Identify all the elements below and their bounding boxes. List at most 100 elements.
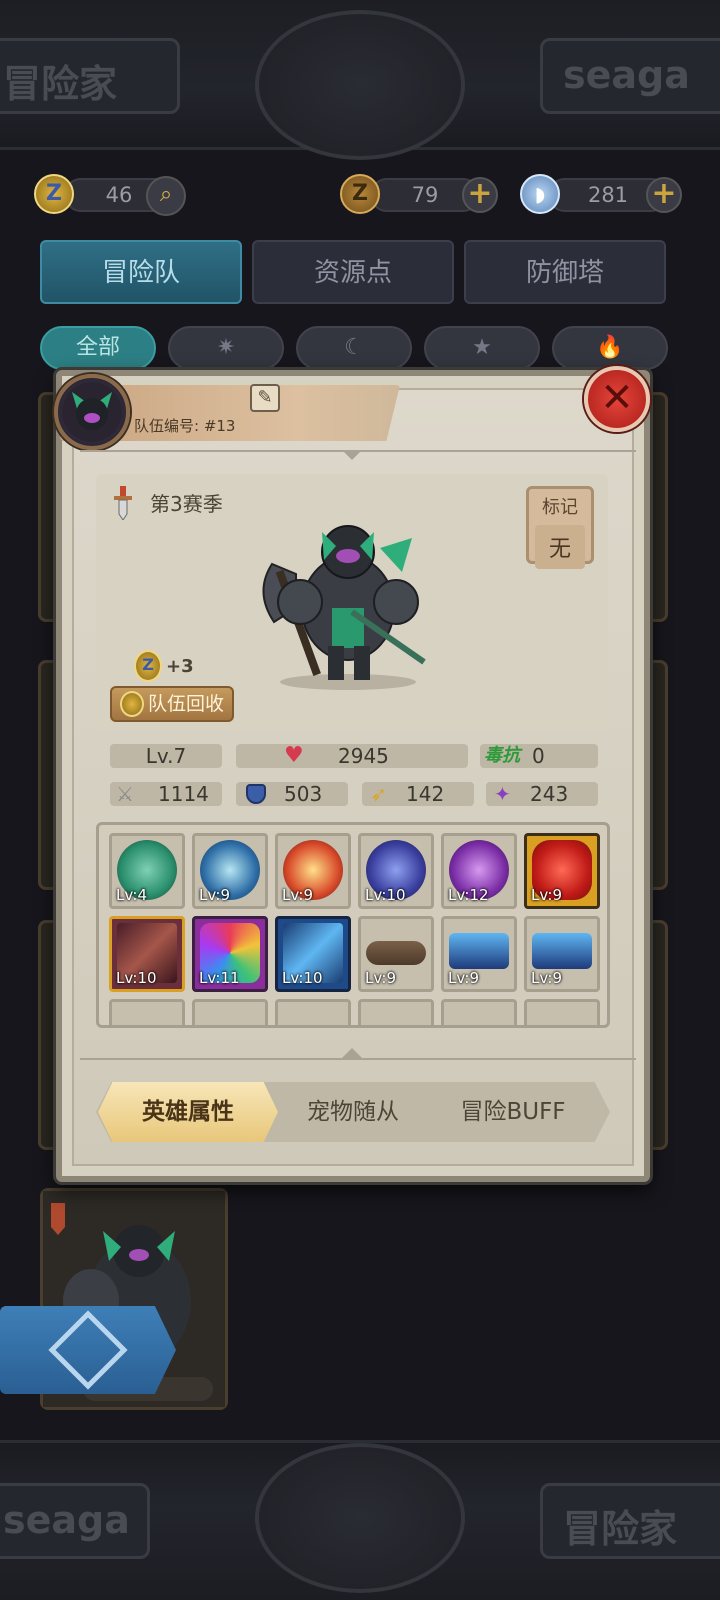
- top-decor-band: 冒险家 seaga: [0, 0, 720, 160]
- shield-icon: [246, 784, 266, 804]
- crystal-crown-item-icon: [449, 933, 509, 969]
- z-medal-icon: Z: [134, 650, 162, 682]
- item-level: Lv:10: [282, 969, 323, 987]
- skill-slot[interactable]: Lv:9: [275, 833, 351, 909]
- team-recycle-label: 队伍回收: [148, 693, 225, 715]
- item-slot[interactable]: [275, 999, 351, 1025]
- item-level: Lv:10: [116, 969, 157, 987]
- close-button[interactable]: ✕: [584, 366, 650, 432]
- item-slot[interactable]: [524, 999, 600, 1025]
- item-slot[interactable]: Lv:10: [275, 916, 351, 992]
- skill-level: Lv:4: [116, 886, 148, 904]
- defense-value: 503: [284, 782, 323, 806]
- mark-tag-value: 无: [535, 525, 585, 569]
- item-level: Lv:9: [448, 969, 480, 987]
- sword-icon: ⚔: [116, 782, 134, 806]
- filter-fire[interactable]: 🔥: [552, 326, 668, 370]
- tab-hero-attributes[interactable]: 英雄属性: [98, 1082, 278, 1142]
- footer-divider: [80, 1058, 636, 1060]
- mark-tag[interactable]: 标记 无: [526, 486, 594, 569]
- item-slot[interactable]: Lv:11: [192, 916, 268, 992]
- poison-resist-label: 毒抗: [484, 745, 520, 766]
- tab-pet-followers[interactable]: 宠物随从: [268, 1082, 438, 1142]
- bottom-left-plate: seaga: [0, 1483, 150, 1559]
- detail-tab-bar: 英雄属性 宠物随从 冒险BUFF: [96, 1082, 610, 1142]
- magic-value: 243: [530, 782, 569, 806]
- down-arrow-icon: [342, 450, 362, 460]
- skill-slot[interactable]: Lv:9: [192, 833, 268, 909]
- item-slot[interactable]: Lv:9: [524, 916, 600, 992]
- add-coin-button[interactable]: +: [462, 177, 498, 213]
- floating-menu-button[interactable]: [0, 1306, 176, 1394]
- magic-stat: ✦ 243: [486, 782, 598, 806]
- sword-rank-icon: [112, 486, 134, 521]
- top-left-plate: 冒险家: [0, 38, 180, 114]
- tab-defense-tower[interactable]: 防御塔: [464, 240, 666, 304]
- item-level: Lv:9: [365, 969, 397, 987]
- bottom-right-plate: 冒险家: [540, 1483, 720, 1559]
- bottom-medallion: [255, 1443, 465, 1593]
- speed-value: 142: [406, 782, 445, 806]
- attack-stat: ⚔ 1114: [110, 782, 222, 806]
- filter-sun[interactable]: ✷: [168, 326, 284, 370]
- tab-resource-point[interactable]: 资源点: [252, 240, 454, 304]
- poison-resist-stat: 毒抗 0: [480, 744, 598, 768]
- season-label: 第3赛季: [150, 492, 223, 516]
- magic-wand-icon: ✦: [494, 782, 511, 806]
- currency-bar: 46 Z ⌕ 79 Z + 281 ◗ +: [0, 174, 720, 216]
- item-slot[interactable]: [358, 999, 434, 1025]
- hero-level: Lv.7: [110, 744, 222, 768]
- skill-slot[interactable]: Lv:12: [441, 833, 517, 909]
- item-slot[interactable]: Lv:10: [109, 916, 185, 992]
- item-level: Lv:9: [531, 969, 563, 987]
- team-avatar: [54, 374, 130, 450]
- skill-level: Lv:10: [365, 886, 406, 904]
- defense-stat: 503: [236, 782, 348, 806]
- edit-team-button[interactable]: ✎: [250, 384, 280, 412]
- speed-stat: ➶ 142: [362, 782, 474, 806]
- skill-level: Lv:12: [448, 886, 489, 904]
- up-arrow-icon: [342, 1048, 362, 1058]
- shell-icon: ◗: [520, 174, 560, 214]
- item-slot[interactable]: Lv:9: [441, 916, 517, 992]
- skill-level: Lv:9: [531, 886, 563, 904]
- hero-portrait: [62, 382, 122, 442]
- crystal-crown-item-icon: [532, 933, 592, 969]
- heart-icon: ♥: [284, 743, 304, 768]
- search-icon[interactable]: ⌕: [146, 176, 186, 216]
- skill-slot[interactable]: Lv:4: [109, 833, 185, 909]
- hp-value: 2945: [338, 744, 389, 768]
- item-level: Lv:11: [199, 969, 240, 987]
- diamond-menu-icon: [48, 1310, 128, 1390]
- item-slot[interactable]: [109, 999, 185, 1025]
- wing-boot-icon: ➶: [370, 782, 387, 806]
- medal-bonus: +3: [166, 656, 194, 677]
- hp-stat: ♥ 2945: [236, 744, 468, 768]
- item-slot[interactable]: Lv:9: [358, 916, 434, 992]
- z-coin-icon: Z: [340, 174, 380, 214]
- attack-value: 1114: [158, 782, 209, 806]
- top-right-plate: seaga: [540, 38, 720, 114]
- skill-slot[interactable]: Lv:10: [358, 833, 434, 909]
- skill-level: Lv:9: [282, 886, 314, 904]
- goggles-item-icon: [366, 941, 426, 965]
- filter-moon[interactable]: ☾: [296, 326, 412, 370]
- skill-level: Lv:9: [199, 886, 231, 904]
- add-shell-button[interactable]: +: [646, 177, 682, 213]
- tab-adventure-team[interactable]: 冒险队: [40, 240, 242, 304]
- tab-adventure-buff[interactable]: 冒险BUFF: [428, 1082, 598, 1142]
- team-recycle-button[interactable]: 队伍回收: [110, 686, 234, 722]
- filter-star[interactable]: ★: [424, 326, 540, 370]
- hero-figure: [252, 512, 432, 692]
- skill-grid: Lv:4 Lv:9 Lv:9 Lv:10 Lv:12 Lv:9 Lv:10 Lv…: [96, 822, 610, 1028]
- poison-resist-value: 0: [532, 744, 545, 768]
- top-medallion: [255, 10, 465, 160]
- bottom-decor-band: seaga 冒险家: [0, 1440, 720, 1600]
- skill-slot[interactable]: Lv:9: [524, 833, 600, 909]
- team-number-label: 队伍编号: #13: [134, 417, 236, 435]
- mark-tag-title: 标记: [542, 497, 578, 518]
- z-medal-icon: [120, 691, 144, 717]
- item-slot[interactable]: [192, 999, 268, 1025]
- filter-all[interactable]: 全部: [40, 326, 156, 370]
- item-slot[interactable]: [441, 999, 517, 1025]
